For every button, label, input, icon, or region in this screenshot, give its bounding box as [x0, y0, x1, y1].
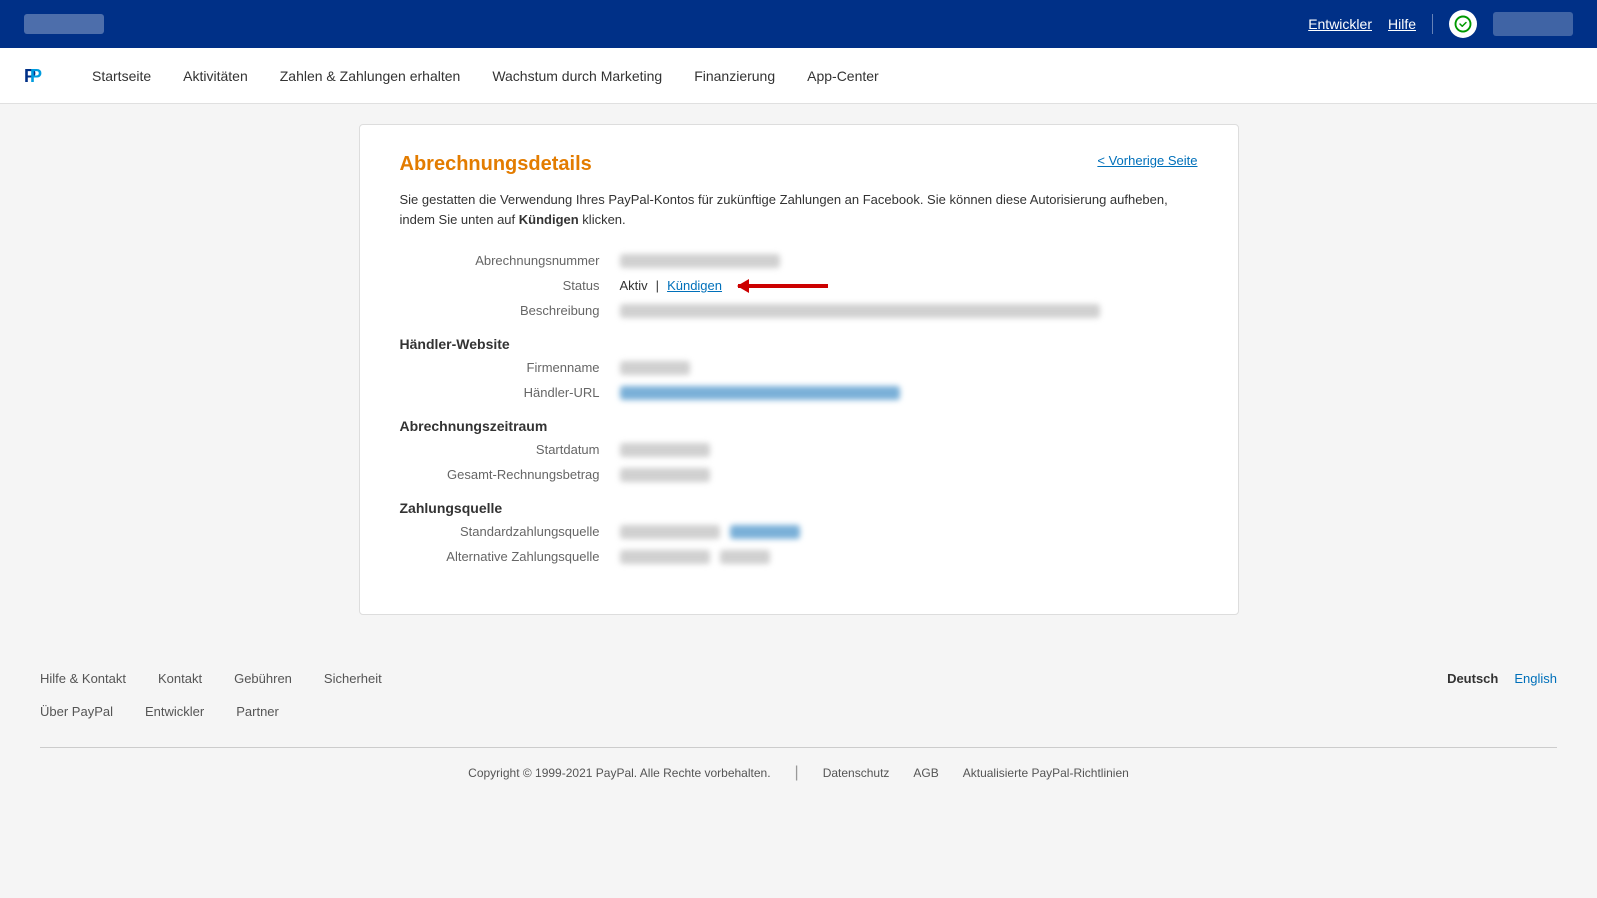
zahlungsquelle-section-label: Zahlungsquelle — [400, 500, 1198, 516]
hilfe-link[interactable]: Hilfe — [1388, 16, 1416, 32]
copyright-text: Copyright © 1999-2021 PayPal. Alle Recht… — [468, 766, 770, 780]
abrechnungszeitraum-section-label: Abrechnungszeitraum — [400, 418, 1198, 434]
entwickler-link[interactable]: Entwickler — [1308, 16, 1372, 32]
footer: Hilfe & Kontakt Kontakt Gebühren Sicherh… — [0, 635, 1597, 802]
footer-bottom: Copyright © 1999-2021 PayPal. Alle Recht… — [40, 764, 1557, 782]
main-area: Abrechnungsdetails < Vorherige Seite Sie… — [0, 104, 1597, 635]
top-bar-left — [24, 14, 104, 34]
gesamt-value — [620, 468, 710, 482]
status-row: Status Aktiv | Kündigen — [400, 278, 1198, 293]
footer-datenschutz[interactable]: Datenschutz — [823, 766, 890, 780]
status-separator: | — [656, 278, 659, 293]
firmenname-blur — [620, 361, 690, 375]
alternative-zahlungsquelle-row: Alternative Zahlungsquelle — [400, 549, 1198, 564]
footer-lang-switcher: Deutsch English — [1447, 671, 1557, 686]
footer-partner[interactable]: Partner — [236, 704, 279, 719]
gesamt-row: Gesamt-Rechnungsbetrag — [400, 467, 1198, 482]
status-label: Status — [400, 278, 620, 293]
back-link[interactable]: < Vorherige Seite — [1097, 153, 1197, 168]
footer-richtlinien[interactable]: Aktualisierte PayPal-Richtlinien — [963, 766, 1129, 780]
footer-ueber-paypal[interactable]: Über PayPal — [40, 704, 113, 719]
beschreibung-blur — [620, 304, 1100, 318]
footer-lang-deutsch[interactable]: Deutsch — [1447, 671, 1498, 686]
nav-finanzierung[interactable]: Finanzierung — [694, 68, 775, 84]
nav-aktivitaeten[interactable]: Aktivitäten — [183, 68, 248, 84]
haendler-url-label: Händler-URL — [400, 385, 620, 400]
nav-wachstum[interactable]: Wachstum durch Marketing — [492, 68, 662, 84]
gesamt-blur — [620, 468, 710, 482]
firmenname-row: Firmenname — [400, 360, 1198, 375]
haendler-url-row: Händler-URL — [400, 385, 1198, 400]
footer-bottom-divider: | — [795, 764, 799, 782]
abrechnungsnummer-value — [620, 254, 780, 268]
standard-blur-1 — [620, 525, 720, 539]
alternative-zahlungsquelle-value — [620, 550, 770, 564]
red-arrow-indicator — [738, 284, 828, 288]
beschreibung-value — [620, 304, 1100, 318]
haendler-url-blur — [620, 386, 900, 400]
footer-divider — [40, 747, 1557, 748]
beschreibung-row: Beschreibung — [400, 303, 1198, 318]
footer-gebuehren[interactable]: Gebühren — [234, 671, 292, 686]
beschreibung-label: Beschreibung — [400, 303, 620, 318]
abrechnungsnummer-label: Abrechnungsnummer — [400, 253, 620, 268]
kuendigen-bold: Kündigen — [519, 212, 579, 227]
standard-zahlungsquelle-value — [620, 525, 800, 539]
standard-zahlungsquelle-row: Standardzahlungsquelle — [400, 524, 1198, 539]
standard-zahlungsquelle-label: Standardzahlungsquelle — [400, 524, 620, 539]
top-bar-logo — [24, 14, 104, 34]
user-info — [1493, 12, 1573, 36]
content-card: Abrechnungsdetails < Vorherige Seite Sie… — [359, 124, 1239, 615]
nav-app-center[interactable]: App-Center — [807, 68, 879, 84]
status-container: Aktiv | Kündigen — [620, 278, 829, 293]
firmenname-label: Firmenname — [400, 360, 620, 375]
description-text: Sie gestatten die Verwendung Ihres PayPa… — [400, 190, 1198, 229]
footer-row-1: Hilfe & Kontakt Kontakt Gebühren Sicherh… — [40, 671, 1557, 686]
startdatum-row: Startdatum — [400, 442, 1198, 457]
nav-startseite[interactable]: Startseite — [92, 68, 151, 84]
startdatum-value — [620, 443, 710, 457]
firmenname-value — [620, 361, 690, 375]
abrechnungsnummer-blur — [620, 254, 780, 268]
top-bar: Entwickler Hilfe — [0, 0, 1597, 48]
abrechnungsnummer-row: Abrechnungsnummer — [400, 253, 1198, 268]
nav-zahlen[interactable]: Zahlen & Zahlungen erhalten — [280, 68, 461, 84]
arrow-head — [737, 279, 749, 293]
kuendigen-link[interactable]: Kündigen — [667, 278, 722, 293]
top-bar-right: Entwickler Hilfe — [1308, 10, 1573, 38]
haendler-url-value — [620, 386, 900, 400]
footer-agb[interactable]: AGB — [913, 766, 938, 780]
card-header: Abrechnungsdetails < Vorherige Seite — [400, 153, 1198, 176]
svg-text:P: P — [30, 66, 42, 86]
footer-row-2: Über PayPal Entwickler Partner — [40, 704, 1557, 719]
top-bar-divider — [1432, 14, 1433, 34]
startdatum-blur — [620, 443, 710, 457]
haendler-section-label: Händler-Website — [400, 336, 1198, 352]
status-value: Aktiv | Kündigen — [620, 278, 829, 293]
footer-sicherheit[interactable]: Sicherheit — [324, 671, 382, 686]
paypal-logo[interactable]: P P — [20, 60, 52, 92]
status-active-text: Aktiv — [620, 278, 648, 293]
startdatum-label: Startdatum — [400, 442, 620, 457]
standard-blur-2 — [730, 525, 800, 539]
alternative-blur-2 — [720, 550, 770, 564]
alternative-blur-1 — [620, 550, 710, 564]
arrow-line — [738, 284, 828, 288]
notification-icon[interactable] — [1449, 10, 1477, 38]
footer-links-left-1: Hilfe & Kontakt Kontakt Gebühren Sicherh… — [40, 671, 1447, 686]
page-title: Abrechnungsdetails — [400, 153, 592, 176]
nav-bar: P P Startseite Aktivitäten Zahlen & Zahl… — [0, 48, 1597, 104]
gesamt-label: Gesamt-Rechnungsbetrag — [400, 467, 620, 482]
footer-hilfe-kontakt[interactable]: Hilfe & Kontakt — [40, 671, 126, 686]
alternative-zahlungsquelle-label: Alternative Zahlungsquelle — [400, 549, 620, 564]
footer-lang-english[interactable]: English — [1514, 671, 1557, 686]
footer-entwickler[interactable]: Entwickler — [145, 704, 204, 719]
footer-kontakt[interactable]: Kontakt — [158, 671, 202, 686]
